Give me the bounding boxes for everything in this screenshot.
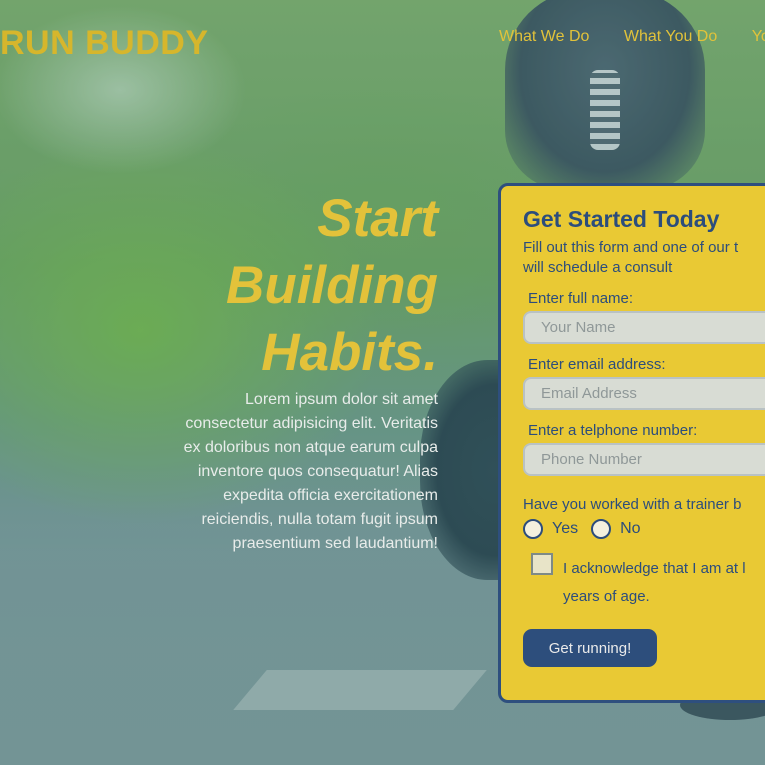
nav-link-what-we-do[interactable]: What We Do xyxy=(499,28,589,45)
age-acknowledgement: I acknowledge that I am at l years of ag… xyxy=(531,553,765,611)
radio-no[interactable] xyxy=(591,519,612,539)
hero-headline-line-3: Habits. xyxy=(261,323,438,382)
hero-paragraph-line: inventore quos consequatur! Alias xyxy=(197,463,438,480)
phone-label: Enter a telphone number: xyxy=(528,422,698,439)
get-running-button[interactable]: Get running! xyxy=(523,629,657,667)
hero-paragraph: Lorem ipsum dolor sit amet consectetur a… xyxy=(120,388,438,556)
trainer-question: Have you worked with a trainer b xyxy=(523,496,742,513)
hero-paragraph-line: praesentium sed laudantium! xyxy=(232,535,438,552)
radio-no-label[interactable]: No xyxy=(620,520,640,538)
trainer-radio-group: Yes No xyxy=(523,519,765,539)
name-input[interactable] xyxy=(523,311,765,344)
hero-headline-line-2: Building xyxy=(226,256,438,315)
name-label: Enter full name: xyxy=(528,290,634,307)
main-nav: What We Do What You Do Yo xyxy=(499,28,765,46)
form-intro-line-1: Fill out this form and one of our t xyxy=(523,239,739,256)
email-label: Enter email address: xyxy=(528,356,666,373)
hero-paragraph-line: consectetur adipisicing elit. Veritatis xyxy=(185,415,438,432)
hero-paragraph-line: ex doloribus non atque earum culpa xyxy=(183,439,438,456)
nav-link-third[interactable]: Yo xyxy=(752,28,765,45)
nav-link-what-you-do[interactable]: What You Do xyxy=(624,28,717,45)
radio-yes[interactable] xyxy=(523,519,543,539)
hero-paragraph-line: Lorem ipsum dolor sit amet xyxy=(245,391,438,408)
radio-yes-label[interactable]: Yes xyxy=(552,520,578,538)
age-acknowledgement-text: I acknowledge that I am at l years of ag… xyxy=(563,555,746,611)
ack-line-2: years of age. xyxy=(563,588,650,605)
hero-headline-line-1: Start xyxy=(317,189,438,248)
hero-headline: Start Building Habits. xyxy=(120,185,438,386)
hero-paragraph-line: reiciendis, nulla totam fugit ipsum xyxy=(201,511,438,528)
hero-paragraph-line: expedita officia exercitationem xyxy=(223,487,438,504)
email-input[interactable] xyxy=(523,377,765,410)
form-intro-line-2: will schedule a consult xyxy=(523,259,673,276)
signup-form: Get Started Today Fill out this form and… xyxy=(498,183,765,703)
hero-section: Start Building Habits. Lorem ipsum dolor… xyxy=(120,185,438,556)
site-header: RUN BUDDY What We Do What You Do Yo xyxy=(0,0,765,80)
form-intro: Fill out this form and one of our t will… xyxy=(523,238,765,278)
ack-line-1: I acknowledge that I am at l xyxy=(563,560,746,577)
phone-input[interactable] xyxy=(523,443,765,476)
age-checkbox[interactable] xyxy=(531,553,553,575)
form-title: Get Started Today xyxy=(523,206,720,232)
brand-logo[interactable]: RUN BUDDY xyxy=(0,24,209,63)
